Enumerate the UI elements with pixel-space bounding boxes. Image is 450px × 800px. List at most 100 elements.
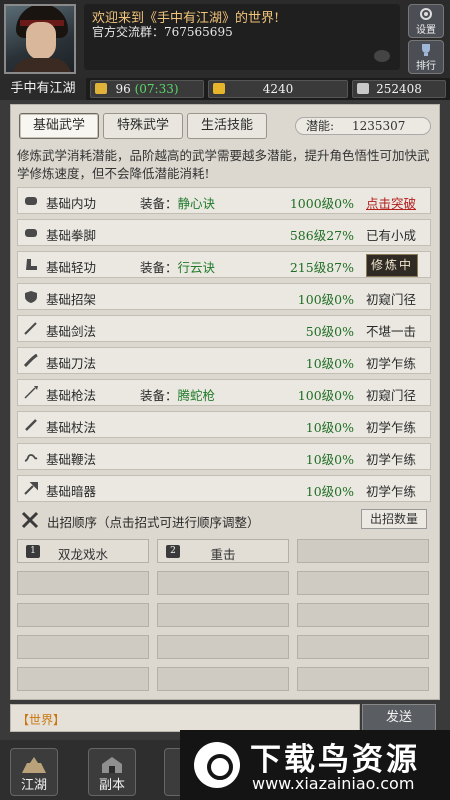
watermark-logo-icon xyxy=(194,742,240,788)
skill-row[interactable]: 基础刀法 10级0% 初学乍练 xyxy=(17,347,431,374)
shield-icon xyxy=(24,290,38,303)
skill-row[interactable]: 基础轻功 装备：行云诀 215级87% 修炼中 xyxy=(17,251,431,278)
gold-stat: 4240 xyxy=(208,80,348,98)
staff-icon xyxy=(24,418,38,431)
equip-name: 静心诀 xyxy=(177,196,216,211)
skill-row[interactable]: 基础暗器 10级0% 初学乍练 xyxy=(17,475,431,502)
skill-level: 100级0% xyxy=(297,388,354,403)
empty-attack-slot[interactable] xyxy=(297,667,429,691)
ranking-button[interactable]: 排行 xyxy=(408,40,444,74)
empty-attack-slot[interactable] xyxy=(157,635,289,659)
blade-icon xyxy=(23,353,38,368)
top-header: 欢迎来到《手中有江湖》的世界! 官方交流群：767565695 设置 排行 xyxy=(0,0,450,78)
skill-rank: 初学乍练 xyxy=(366,452,417,467)
empty-attack-slot[interactable] xyxy=(17,603,149,627)
attack-order-label: 出招顺序（点击招式可进行顺序调整） xyxy=(47,515,260,530)
nav-jianghu-label: 江湖 xyxy=(20,778,47,793)
tab-basic-martial-arts[interactable]: 基础武学 xyxy=(19,113,99,139)
fist-icon xyxy=(24,194,38,207)
status-bar: 手中有江湖 96 (07:33) 4240 252408 xyxy=(0,78,450,100)
skill-rank: 初学乍练 xyxy=(366,356,417,371)
skill-level: 10级0% xyxy=(305,452,354,467)
empty-attack-slot[interactable] xyxy=(157,571,289,595)
skill-row[interactable]: 基础内功 装备：静心诀 1000级0% 点击突破 xyxy=(17,187,431,214)
player-name: 手中有江湖 xyxy=(0,78,86,100)
skill-rank: 初学乍练 xyxy=(366,420,417,435)
nav-dungeon[interactable]: 副本 xyxy=(88,748,136,796)
skill-row[interactable]: 基础剑法 50级0% 不堪一击 xyxy=(17,315,431,342)
empty-attack-slot[interactable] xyxy=(297,603,429,627)
attack-count-button[interactable]: 出招数量 xyxy=(361,509,427,529)
stamina-timer: (07:33) xyxy=(134,82,179,96)
skill-row[interactable]: 基础招架 100级0% 初窥门径 xyxy=(17,283,431,310)
potential-display: 潜能: 1235307 xyxy=(295,117,431,135)
empty-attack-slot[interactable] xyxy=(17,667,149,691)
gear-icon xyxy=(420,8,432,20)
empty-attack-slot[interactable] xyxy=(297,539,429,563)
skill-name: 基础刀法 xyxy=(46,356,97,371)
boot-icon xyxy=(24,258,38,271)
attack-slot[interactable]: 2 重击 xyxy=(157,539,289,563)
city-icon xyxy=(22,757,46,773)
stamina-value: 96 xyxy=(115,82,131,96)
stamina-stat: 96 (07:33) xyxy=(90,80,204,98)
attack-order-icon xyxy=(21,511,39,529)
equip-prefix: 装备： xyxy=(140,196,178,211)
send-button[interactable]: 发送 xyxy=(362,704,436,732)
potential-value: 1235307 xyxy=(352,119,406,133)
attack-order-bar: 出招顺序（点击招式可进行顺序调整） 出招数量 xyxy=(17,507,431,533)
gold-value: 4240 xyxy=(262,82,294,96)
watermark-title: 下载鸟资源 xyxy=(250,742,420,778)
silver-value: 252408 xyxy=(376,82,422,96)
chat-input[interactable]: 【世界】 xyxy=(10,704,360,732)
skill-rank: 已有小成 xyxy=(366,228,417,243)
skill-name: 基础鞭法 xyxy=(46,452,97,467)
skill-row[interactable]: 基础拳脚 586级27% 已有小成 xyxy=(17,219,431,246)
skill-name: 基础暗器 xyxy=(46,484,97,499)
settings-button[interactable]: 设置 xyxy=(408,4,444,38)
sword-icon xyxy=(24,322,38,335)
breakthrough-link[interactable]: 点击突破 xyxy=(366,193,416,212)
player-avatar[interactable] xyxy=(4,4,76,74)
description-text: 修炼武学消耗潜能，品阶越高的武学需要越多潜能，提升角色悟性可加快武学修炼速度，但… xyxy=(17,148,430,181)
skill-name: 基础枪法 xyxy=(46,388,97,403)
dart-icon xyxy=(24,482,38,495)
skill-name: 基础剑法 xyxy=(46,324,97,339)
empty-attack-slot[interactable] xyxy=(157,667,289,691)
skill-row[interactable]: 基础杖法 10级0% 初学乍练 xyxy=(17,411,431,438)
watermark-banner: 下载鸟资源 www.xiazainiao.com xyxy=(180,730,450,800)
equip-prefix: 装备： xyxy=(140,388,178,403)
skill-name: 基础轻功 xyxy=(46,260,97,275)
skill-name: 基础内功 xyxy=(46,196,97,211)
chat-bubble-icon xyxy=(374,50,390,62)
potential-label: 潜能: xyxy=(306,119,335,133)
skill-level: 215级87% xyxy=(289,260,354,275)
whip-icon xyxy=(24,450,38,463)
equip-name: 行云诀 xyxy=(177,260,216,275)
ranking-label: 排行 xyxy=(416,61,436,72)
skill-level: 10级0% xyxy=(305,356,354,371)
equip-name: 腾蛇枪 xyxy=(177,388,216,403)
skill-rank: 初窥门径 xyxy=(366,292,417,307)
skill-level: 100级0% xyxy=(297,292,354,307)
skill-rank: 初窥门径 xyxy=(366,388,417,403)
tab-life-skills[interactable]: 生活技能 xyxy=(187,113,267,139)
skill-row[interactable]: 基础枪法 装备：腾蛇枪 100级0% 初窥门径 xyxy=(17,379,431,406)
silver-stat: 252408 xyxy=(352,80,446,98)
empty-attack-slot[interactable] xyxy=(157,603,289,627)
attack-slot[interactable]: 1 双龙戏水 xyxy=(17,539,149,563)
settings-label: 设置 xyxy=(416,25,436,36)
skill-name: 基础招架 xyxy=(46,292,97,307)
trophy-icon xyxy=(422,44,430,56)
empty-attack-slot[interactable] xyxy=(297,635,429,659)
skill-equipped: 装备：腾蛇枪 xyxy=(140,385,215,404)
skill-equipped: 装备：行云诀 xyxy=(140,257,215,276)
tab-special-martial-arts[interactable]: 特殊武学 xyxy=(103,113,183,139)
slot-move-name: 双龙戏水 xyxy=(57,547,108,562)
empty-attack-slot[interactable] xyxy=(297,571,429,595)
nav-jianghu[interactable]: 江湖 xyxy=(10,748,58,796)
skill-rank: 不堪一击 xyxy=(366,324,417,339)
skill-row[interactable]: 基础鞭法 10级0% 初学乍练 xyxy=(17,443,431,470)
empty-attack-slot[interactable] xyxy=(17,571,149,595)
empty-attack-slot[interactable] xyxy=(17,635,149,659)
